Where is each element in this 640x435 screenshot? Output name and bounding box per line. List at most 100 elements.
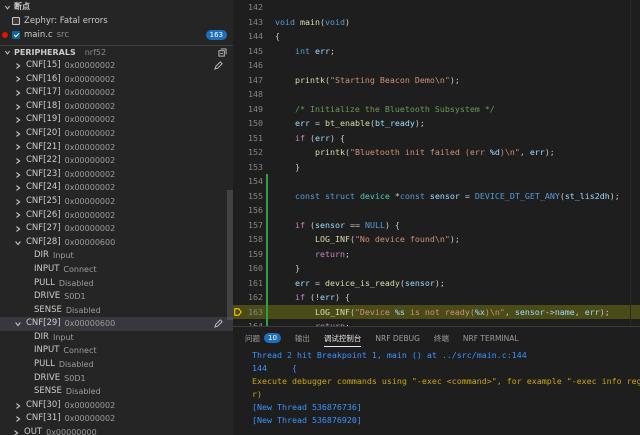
code-line[interactable]: 159 return; [233,246,640,261]
panel-tab[interactable]: NRF TERMINAL [463,327,519,349]
register-row[interactable]: SENSE Disabled [0,304,233,318]
code-line[interactable]: 149 /* Initialize the Bluetooth Subsyste… [233,102,640,117]
code-line[interactable]: 158 LOG_INF("No device found\n"); [233,232,640,247]
problems-count-badge: 10 [264,333,281,343]
chevron-right-icon[interactable] [14,75,22,83]
chevron-right-icon[interactable] [14,103,22,111]
code-line[interactable]: 147 printk("Starting Beacon Demo\n"); [233,73,640,88]
register-row[interactable]: CNF[26] 0x00000002 [0,209,233,223]
line-number: 157 [248,219,263,230]
register-row[interactable]: PULL Disabled [0,277,233,291]
debug-console-output[interactable]: Thread 2 hit Breakpoint 1, main () at ..… [233,349,640,427]
code-text: if (!err) { [275,290,350,305]
chevron-down-icon[interactable] [14,320,22,328]
editor-scrollbar[interactable] [630,0,640,326]
code-line[interactable]: 150 err = bt_enable(bt_ready); [233,116,640,131]
register-row[interactable]: SENSE Disabled [0,385,233,399]
chevron-right-icon[interactable] [12,429,20,435]
register-row[interactable]: CNF[24] 0x00000002 [0,181,233,195]
register-row[interactable]: CNF[23] 0x00000002 [0,168,233,182]
code-line[interactable]: 145 int err; [233,44,640,59]
register-row[interactable]: PULL Disabled [0,358,233,372]
code-line[interactable]: 164 return; [233,319,640,326]
chevron-right-icon[interactable] [14,415,22,423]
code-line[interactable]: 146 [233,58,640,73]
breakpoint-checkbox[interactable] [12,31,20,39]
panel-tab[interactable]: 问题 10 [245,327,281,349]
code-line[interactable]: 151 if (err) { [233,131,640,146]
code-line[interactable]: 156 [233,203,640,218]
code-line[interactable]: 157 if (sensor == NULL) { [233,217,640,233]
register-row[interactable]: CNF[20] 0x00000002 [0,127,233,141]
register-row[interactable]: CNF[18] 0x00000002 [0,100,233,114]
panel-tab[interactable]: 调试控制台 [323,327,361,349]
code-token: , [574,306,585,317]
register-row[interactable]: CNF[16] 0x00000002 [0,73,233,87]
register-row[interactable]: CNF[27] 0x00000002 [0,222,233,236]
panel-tab[interactable]: 终端 [434,327,449,349]
peripherals-section-header[interactable]: PERIPHERALS nrf52 [0,45,233,59]
register-name: CNF[24] [26,182,61,193]
code-line[interactable]: 163 LOG_INF("Device %s is not ready(%x)\… [233,304,640,319]
register-row[interactable]: CNF[28] 0x00000600 [0,236,233,250]
register-row[interactable]: DRIVE S0D1 [0,372,233,386]
code-line[interactable]: 155 const struct device *const sensor = … [233,188,640,203]
chevron-right-icon[interactable] [14,130,22,138]
chevron-right-icon[interactable] [14,62,22,70]
code-line[interactable]: 142 [233,0,640,15]
register-row[interactable]: INPUT Connect [0,344,233,358]
pencil-icon[interactable] [214,61,223,70]
code-token: err [294,277,310,288]
register-row[interactable]: CNF[15] 0x00000002 [0,59,233,73]
chevron-right-icon[interactable] [14,184,22,192]
code-editor[interactable]: 142 143 void main(void) 144{145 int err; 146… [233,0,640,326]
breakpoint-checkbox[interactable] [12,17,20,25]
register-row[interactable]: DIR Input [0,331,233,345]
register-row[interactable]: CNF[17] 0x00000002 [0,86,233,100]
register-row[interactable]: CNF[29] 0x00000600 [0,317,233,331]
code-line[interactable]: 161 err = device_is_ready(sensor); [233,275,640,290]
breakpoint-item-main-c[interactable]: main.c src 163 [0,28,233,42]
code-line[interactable]: 160 } [233,261,640,276]
panel-tab[interactable]: NRF DEBUG [375,327,419,349]
breakpoint-item-fatal-errors[interactable]: Zephyr: Fatal errors [0,14,233,28]
line-number: 156 [248,205,263,215]
chevron-right-icon[interactable] [14,402,22,410]
pencil-icon[interactable] [214,319,223,329]
register-row[interactable]: INPUT Connect [0,263,233,277]
code-line[interactable]: 162 if (!err) { [233,290,640,305]
register-row[interactable]: CNF[31] 0x00000002 [0,412,233,426]
code-line[interactable]: 153 } [233,160,640,175]
panel-tab[interactable]: 输出 [295,327,310,349]
code-line[interactable]: 148 [233,87,640,102]
register-row[interactable]: CNF[22] 0x00000002 [0,154,233,168]
collapse-all-icon[interactable] [218,48,227,57]
register-row[interactable]: CNF[25] 0x00000002 [0,195,233,209]
chevron-right-icon[interactable] [14,157,22,165]
register-row[interactable]: DRIVE S0D1 [0,290,233,304]
chevron-right-icon[interactable] [14,211,22,219]
code-line[interactable]: 152 printk("Bluetooth init failed (err %… [233,145,640,160]
register-row[interactable]: CNF[30] 0x00000002 [0,399,233,413]
code-token: = [459,190,475,201]
chevron-right-icon[interactable] [14,198,22,206]
register-row[interactable]: CNF[19] 0x00000002 [0,113,233,127]
chevron-right-icon[interactable] [14,89,22,97]
chevron-right-icon[interactable] [14,171,22,179]
register-row[interactable]: OUT 0x00000000 [0,426,233,435]
register-name: OUT [24,427,43,435]
code-line[interactable]: 154 [233,174,640,189]
register-name: CNF[31] [26,413,61,424]
chevron-right-icon[interactable] [14,116,22,124]
breakpoints-section-header[interactable]: 断点 [0,0,233,14]
chevron-right-icon[interactable] [14,225,22,233]
chevron-right-icon[interactable] [14,143,22,151]
code-token: LOG_INF [314,306,350,317]
register-row[interactable]: DIR Input [0,249,233,263]
code-text: if (sensor == NULL) { [275,218,400,233]
code-line[interactable]: 144 { [233,29,640,44]
code-text: } [275,261,300,276]
code-line[interactable]: 143 void main(void) [233,15,640,30]
chevron-down-icon[interactable] [14,239,22,247]
register-row[interactable]: CNF[21] 0x00000002 [0,141,233,155]
